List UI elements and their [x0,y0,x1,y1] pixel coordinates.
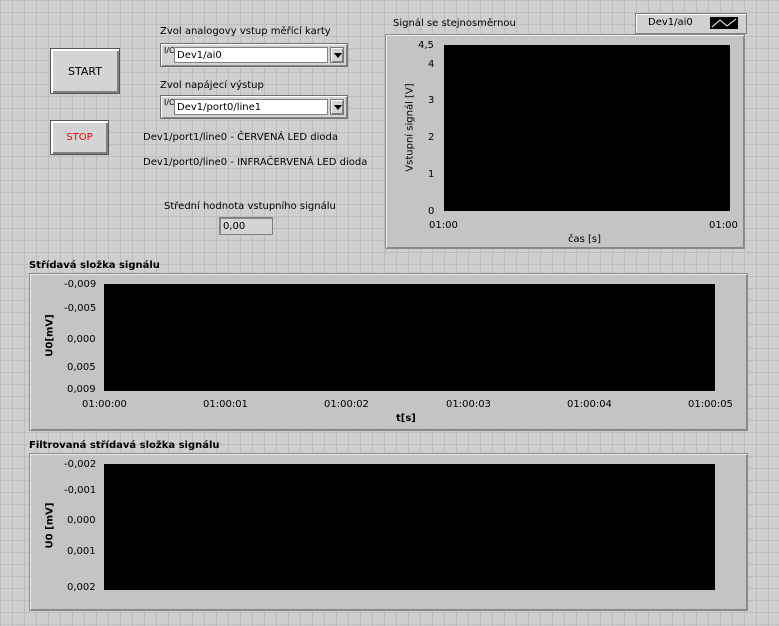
x-tick-label: 01:00:02 [324,399,369,410]
chart-filtered-panel: -0,002 -0,001 0,000 0,001 0,002 U0 [mV] [29,453,748,611]
x-tick-label: 01:00:01 [203,399,248,410]
chart-dc-legend[interactable]: Dev1/ai0 [635,13,747,34]
mean-value-label: Střední hodnota vstupního signálu [164,201,336,212]
chevron-down-icon[interactable] [330,99,344,115]
y-tick-label: 0 [428,206,435,217]
y-tick-label: -0,009 [64,279,97,290]
start-button[interactable]: START [50,48,120,94]
y-tick-label: 0,005 [67,362,96,373]
y-tick-label: 0,009 [67,384,96,395]
y-axis-label: U0 [mV] [44,502,56,549]
y-axis-label: U0[mV] [44,314,56,357]
chart-ac-panel: -0,009 -0,005 0,000 0,005 0,009 01:00:00… [29,273,748,431]
chart-filtered-title: Filtrovaná střídavá složka signálu [29,440,220,451]
x-tick-label: 01:00:05 [688,399,733,410]
start-button-label: START [68,64,102,78]
y-tick-label: 2 [428,132,435,143]
chart-ac-plot[interactable] [104,284,715,391]
chevron-down-icon[interactable] [330,47,344,63]
y-tick-label: 3 [428,95,435,106]
y-tick-label: -0,002 [64,459,97,470]
analog-input-label: Zvol analogovy vstup měřící karty [160,26,331,37]
y-tick-label: 0,001 [67,546,96,557]
legend-item-label: Dev1/ai0 [648,17,693,28]
y-tick-label: 4,5 [418,40,434,51]
y-tick-label: -0,001 [64,485,97,496]
y-axis-label: Vstupní signál [V] [404,83,416,172]
x-tick-label: 01:00 [429,220,458,231]
x-tick-label: 01:00:03 [446,399,491,410]
analog-input-selector[interactable]: I/O Dev1/ai0 [160,43,348,67]
io-icon: I/O [164,98,176,107]
chart-dc-plot[interactable] [444,45,730,211]
y-tick-label: 4 [428,59,435,70]
chart-dc-panel: 4,5 4 3 2 1 0 01:00 01:00 čas [s] Vstupn… [385,34,745,249]
power-output-selector[interactable]: I/O Dev1/port0/line1 [160,95,348,119]
x-axis-label: čas [s] [568,234,602,245]
y-tick-label: 0,000 [67,334,96,345]
power-output-label: Zvol napájecí výstup [160,80,264,91]
led-red-text: Dev1/port1/line0 - ČERVENÁ LED dioda [143,132,338,143]
x-tick-label: 01:00:00 [82,399,127,410]
analog-input-value[interactable]: Dev1/ai0 [174,47,328,63]
x-tick-label: 01:00 [709,220,738,231]
power-output-value[interactable]: Dev1/port0/line1 [174,99,328,115]
led-ir-text: Dev1/port0/line0 - INFRAČERVENÁ LED diod… [143,157,368,168]
y-tick-label: 0,000 [67,515,96,526]
chart-ac-title: Střídavá složka signálu [29,260,160,271]
stop-button-label: STOP [66,132,93,143]
x-axis-label: t[s] [396,413,416,424]
x-tick-label: 01:00:04 [567,399,612,410]
legend-line-swatch [710,17,738,29]
io-icon: I/O [164,46,176,55]
stop-button[interactable]: STOP [50,120,109,155]
mean-value-indicator: 0,00 [219,217,273,235]
chart-dc-title: Signál se stejnosměrnou [393,18,516,29]
y-tick-label: 1 [428,169,435,180]
y-tick-label: 0,002 [67,582,96,593]
y-tick-label: -0,005 [64,303,97,314]
chart-filtered-plot[interactable] [104,464,715,590]
